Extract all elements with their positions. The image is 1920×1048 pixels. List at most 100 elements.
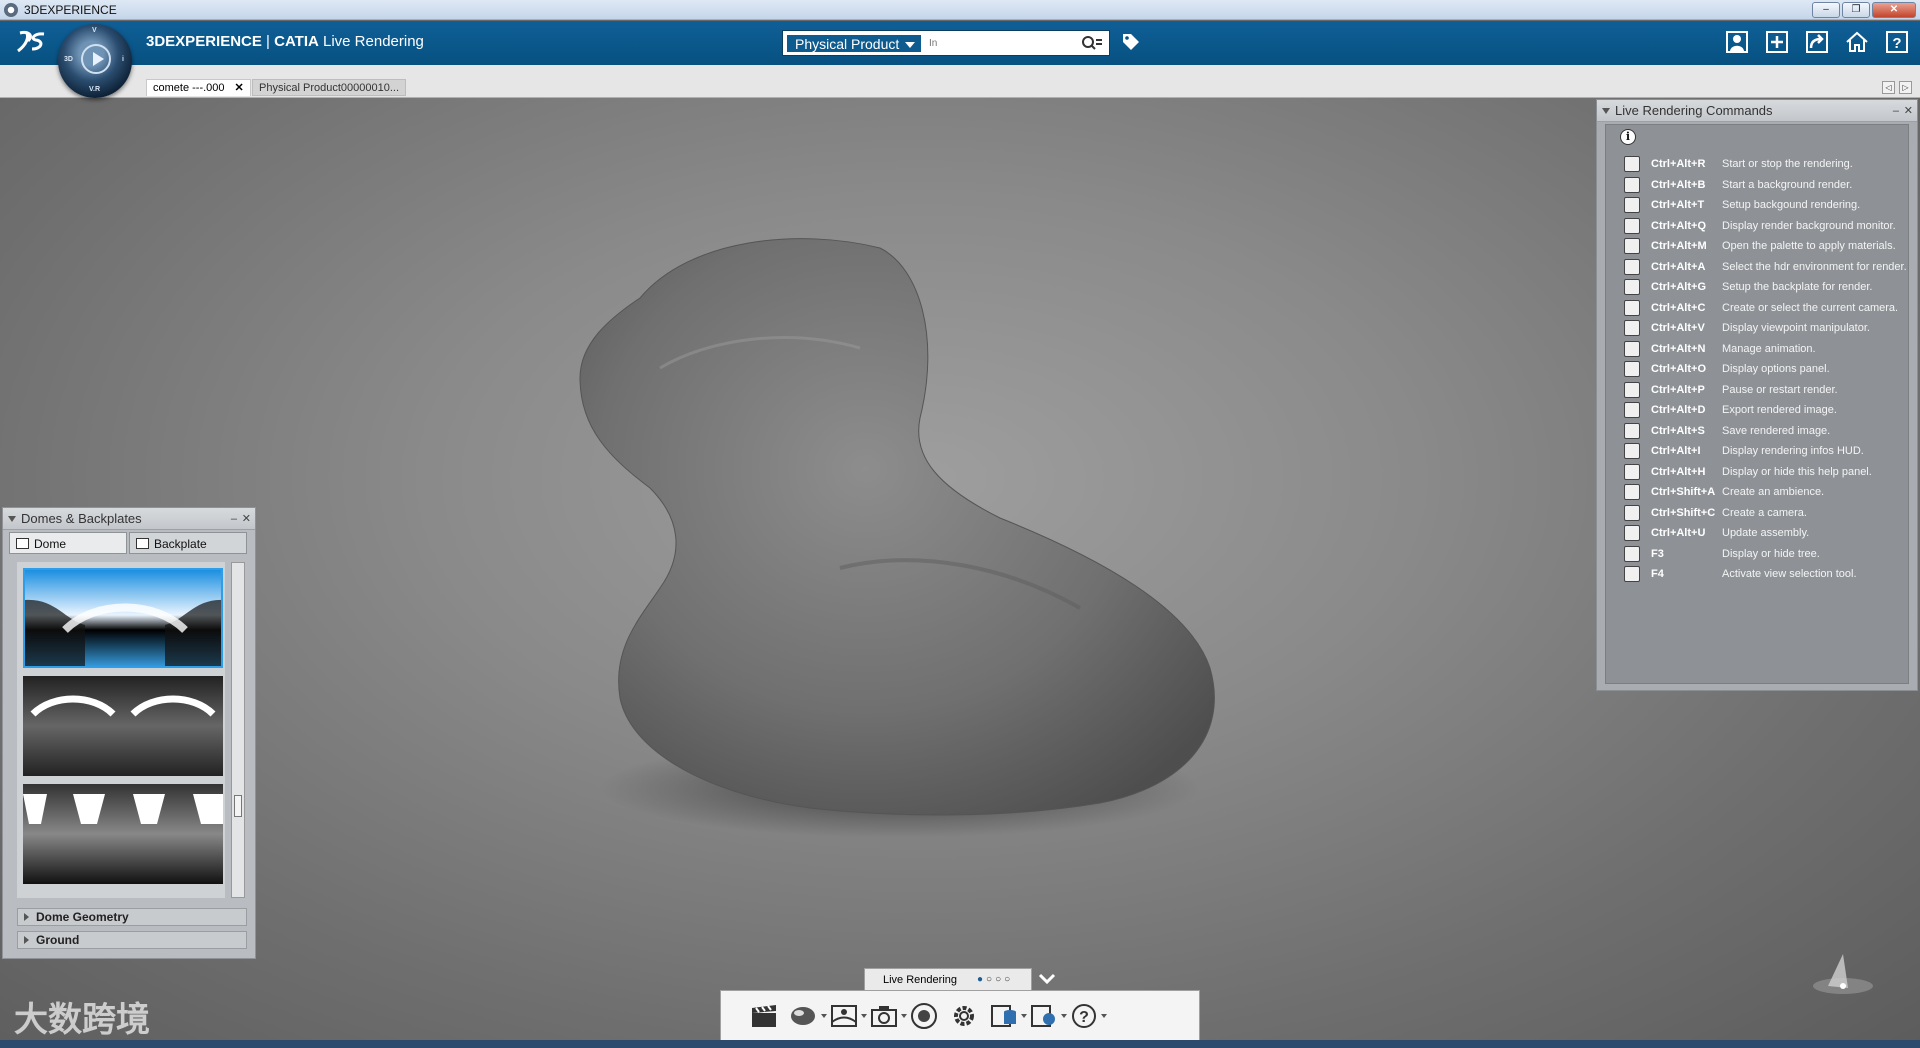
command-row[interactable]: Ctrl+Shift+A Create an ambience. [1616,481,1910,503]
play-icon[interactable] [81,44,111,74]
command-row[interactable]: Ctrl+Alt+B Start a background render. [1616,174,1910,196]
command-row[interactable]: Ctrl+Alt+C Create or select the current c… [1616,297,1910,319]
search-icon[interactable] [1081,35,1103,51]
page-dot-active[interactable]: ● [977,974,986,985]
command-row[interactable]: Ctrl+Alt+P Pause or restart render. [1616,379,1910,401]
os-taskbar [0,1040,1920,1048]
command-row[interactable]: Ctrl+Alt+T Setup backgound rendering. [1616,194,1910,216]
scrollbar-thumb[interactable] [234,795,242,817]
tab-comete[interactable]: comete ---.000 ✕ [146,79,251,96]
tab-scroll-right-button[interactable]: ▷ [1899,81,1912,94]
backplate-icon [1624,279,1640,295]
tab-dome[interactable]: Dome [9,532,127,554]
dropdown-arrow-icon[interactable] [1021,1014,1027,1018]
tab-physical-product[interactable]: Physical Product00000010... [252,79,407,96]
minimize-panel-button[interactable]: – [1893,100,1899,122]
search-input[interactable] [929,34,1069,52]
compass-widget[interactable]: V 3D V.R i [58,24,132,98]
page-dot[interactable]: ○ [986,974,995,985]
command-row[interactable]: Ctrl+Alt+O Display options panel. [1616,358,1910,380]
minimize-button[interactable]: – [1812,2,1840,18]
collapse-icon[interactable] [1602,108,1610,114]
material-sphere-icon [1624,238,1640,254]
tab-backplate[interactable]: Backplate [129,532,247,554]
animation-icon [1624,340,1640,357]
material-sphere-icon[interactable] [789,1001,827,1031]
command-row[interactable]: Ctrl+Alt+Q Display render background moni… [1616,215,1910,237]
help-icon[interactable]: ? [1069,1001,1107,1031]
collapse-icon[interactable] [8,516,16,522]
dome-thumbnail-list [17,562,225,898]
panel-header[interactable]: Domes & Backplates – ✕ [3,508,255,530]
section-ground[interactable]: Ground [17,931,247,949]
command-description: Create an ambience. [1722,486,1825,498]
dome-thumbnail[interactable] [23,784,223,884]
command-row[interactable]: Ctrl+Alt+V Display viewpoint manipulator. [1616,317,1910,339]
command-row[interactable]: Ctrl+Alt+M Open the palette to apply mate… [1616,235,1910,257]
command-row[interactable]: Ctrl+Alt+H Display or hide this help pane… [1616,461,1910,483]
command-row[interactable]: Ctrl+Alt+I Display rendering infos HUD. [1616,440,1910,462]
database-icon[interactable] [989,1001,1027,1031]
dome-thumbnail[interactable] [23,676,223,776]
add-icon[interactable] [1762,27,1792,57]
section-dome-geometry[interactable]: Dome Geometry [17,908,247,926]
command-row[interactable]: Ctrl+Alt+S Save rendered image. [1616,420,1910,442]
command-row[interactable]: Ctrl+Alt+D Export rendered image. [1616,399,1910,421]
dropdown-arrow-icon[interactable] [901,1014,907,1018]
ds-logo-icon[interactable] [12,27,48,57]
command-row[interactable]: F3 Display or hide tree. [1616,543,1910,565]
close-panel-button[interactable]: ✕ [1904,100,1913,122]
options-icon[interactable] [1029,1001,1067,1031]
monitor-icon [1624,217,1640,234]
chevron-down-icon[interactable] [1036,968,1058,990]
home-icon[interactable] [1842,27,1872,57]
clapperboard-icon[interactable] [749,1001,779,1031]
dome-list-scrollbar[interactable] [231,562,245,898]
info-icon[interactable]: i [1620,129,1636,145]
render-setup-icon [1624,197,1640,213]
page-dot[interactable]: ○ [1004,974,1013,985]
product-name: CATIA [274,33,319,50]
dome-thumbnail-selected[interactable] [23,568,223,668]
page-dot[interactable]: ○ [995,974,1004,985]
profile-icon[interactable] [1722,27,1752,57]
tab-scroll-left-button[interactable]: ◁ [1882,81,1895,94]
command-row[interactable]: Ctrl+Alt+U Update assembly. [1616,522,1910,544]
command-row[interactable]: Ctrl+Alt+A Select the hdr environment for… [1616,256,1910,278]
panel-header[interactable]: Live Rendering Commands – ✕ [1597,100,1917,122]
close-tab-icon[interactable]: ✕ [235,82,244,94]
dropdown-arrow-icon[interactable] [1061,1014,1067,1018]
dropdown-arrow-icon[interactable] [821,1014,827,1018]
command-row[interactable]: Ctrl+Alt+N Manage animation. [1616,338,1910,360]
command-row[interactable]: Ctrl+Alt+R Start or stop the rendering. [1616,153,1910,175]
dropdown-arrow-icon[interactable] [861,1014,867,1018]
close-window-button[interactable]: ✕ [1872,2,1916,18]
window-title: 3DEXPERIENCE [24,3,117,17]
viewpoint-icon[interactable] [909,1001,939,1031]
share-icon[interactable] [1802,27,1832,57]
camera-icon[interactable] [869,1001,907,1031]
brand-name: 3DEXPERIENCE [146,33,262,50]
gear-icon[interactable] [949,1001,979,1031]
minimize-panel-button[interactable]: – [231,508,237,530]
document-tab-strip: comete ---.000 ✕ Physical Product00000010… [0,65,1920,98]
action-bar-pager[interactable]: ●○○○ [977,969,1013,991]
tag-icon[interactable] [1120,31,1142,53]
app-name: Live Rendering [323,33,424,50]
dropdown-arrow-icon[interactable] [1101,1014,1107,1018]
command-row[interactable]: Ctrl+Alt+G Setup the backplate for render… [1616,276,1910,298]
comet-model[interactable] [540,228,1240,848]
command-row[interactable]: F4 Activate view selection tool. [1616,563,1910,585]
help-icon[interactable]: ? [1882,27,1912,57]
search-scope-dropdown[interactable]: Physical Product [786,34,923,53]
command-shortcut: Ctrl+Alt+S [1651,424,1705,437]
command-row[interactable]: Ctrl+Shift+C Create a camera. [1616,502,1910,524]
title-separator: | [261,33,275,50]
environment-icon[interactable] [829,1001,867,1031]
gear-icon [1624,361,1640,377]
view-triad-icon[interactable] [1808,944,1878,1004]
action-bar-tab[interactable]: Live Rendering ●○○○ [864,968,1032,990]
restore-button[interactable]: ❐ [1842,2,1870,18]
hdr-environment-icon [1624,258,1640,275]
close-panel-button[interactable]: ✕ [242,508,251,530]
